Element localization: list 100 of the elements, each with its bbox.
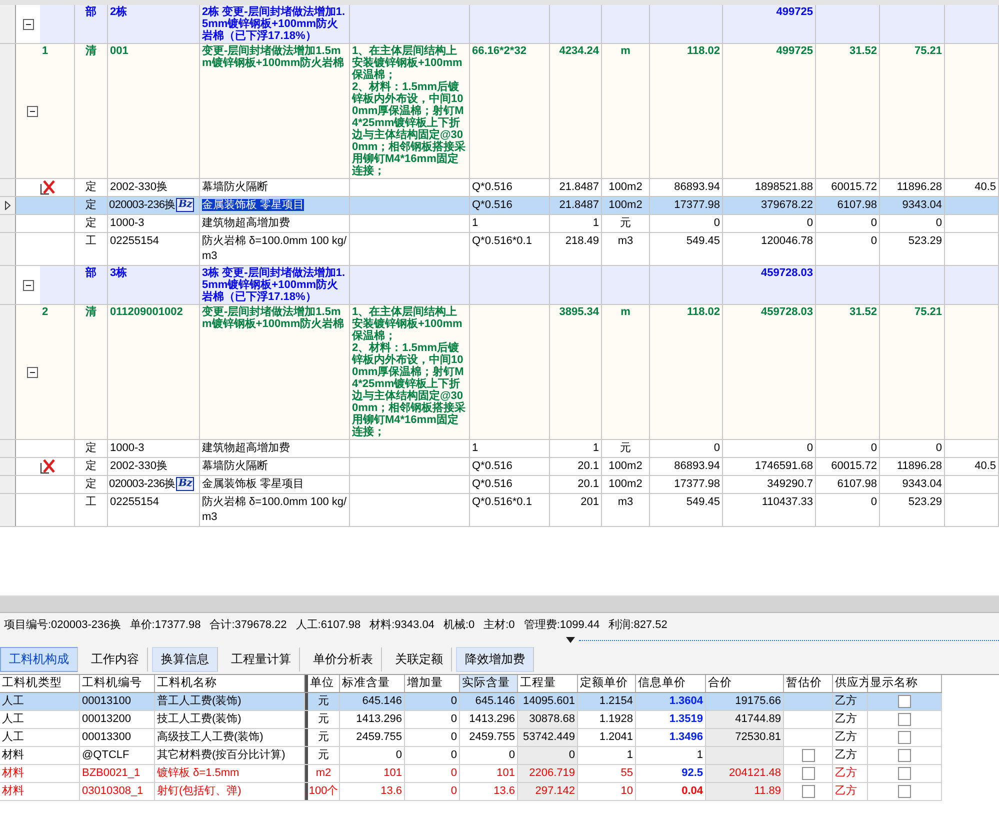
column-header[interactable]: 实际含量 [460, 675, 518, 692]
column-header[interactable]: 显示名称 [868, 675, 942, 692]
table-cell: 定 [75, 215, 108, 232]
table-cell: 120046.78 [723, 233, 816, 265]
table-row[interactable]: 定 020003-236换 Bz 金属装饰板 零星项目 Q*0.516 21.8487 100m2 17377.98 379678.22 6107.98 9343.04 [0, 197, 999, 215]
table-cell: 001 [108, 44, 200, 178]
table-cell: 0 [650, 215, 723, 232]
column-header[interactable]: 定额单价 [578, 675, 636, 692]
table-row[interactable]: 定 2002-330换 幕墙防火隔断 Q*0.516 21.8487 100m2 86893.94 1898521.88 60015.72 11896.28 40.5 [0, 179, 999, 197]
table-cell: 1、在主体层间结构上安装镀锌钢板+100mm保温棉； 2、材料：1.5mm后镀锌板内外布设，中间100mm厚保温棉；射钉M4*25mm镀锌板上下折边与主体结构固定@300mm；相邻钢板搭接采用铆钉M4*16mm固定连接； [350, 44, 470, 178]
row-header[interactable] [0, 197, 16, 214]
table-cell: 100m2 [602, 197, 650, 214]
table-cell: m [602, 305, 650, 439]
table-cell: 工 [75, 494, 108, 526]
table-row[interactable]: 定 020003-236换 Bz 金属装饰板 零星项目 Q*0.516 20.1 100m2 17377.98 349290.7 6107.98 9343.04 [0, 476, 999, 494]
table-cell: 元 [308, 747, 340, 764]
table-cell: 防火岩棉 δ=100.0mm 100 kg/m3 [202, 235, 347, 262]
bz-tag: Bz [176, 198, 194, 212]
table-cell: 55 [578, 765, 636, 782]
table-cell: 2206.719 [518, 765, 578, 782]
column-header[interactable]: 单位 [308, 675, 340, 692]
table-cell: 499725 [723, 44, 816, 178]
table-row[interactable]: 工 02255154 防火岩棉 δ=100.0mm 100 kg/m3 Q*0.516*0.1 218.49 m3 549.45 120046.78 0 523.29 [0, 233, 999, 266]
table-cell: 0 [405, 711, 460, 728]
table-cell: 6107.98 [816, 197, 880, 214]
checkbox[interactable] [802, 785, 814, 798]
table-cell: 清 [75, 305, 108, 439]
table-cell: 3895.34 [550, 305, 602, 439]
info-text: 人工:6107.98 [296, 618, 361, 632]
table-row[interactable]: 定 2002-330换 幕墙防火隔断 Q*0.516 20.1 100m2 86893.94 1746591.68 60015.72 11896.28 40.5 [0, 458, 999, 476]
table-cell: 100m2 [602, 476, 650, 493]
checkbox[interactable] [802, 749, 814, 762]
table-cell: 31.52 [816, 44, 880, 178]
table-cell: 9343.04 [880, 476, 945, 493]
column-header[interactable]: 合价 [706, 675, 784, 692]
table-cell: 0 [405, 729, 460, 746]
table-cell: 523.29 [880, 494, 945, 526]
tab[interactable]: 降效增加费 [456, 647, 534, 672]
table-cell: 工 [75, 233, 108, 265]
table-cell: 41744.89 [706, 711, 784, 728]
column-header[interactable]: 工料机名称 [155, 675, 305, 692]
table-row[interactable]: 定 1000-3 建筑物超高增加费 1 1 元 0 0 0 0 [0, 215, 999, 233]
column-header[interactable]: 工程量 [518, 675, 578, 692]
column-header[interactable]: 工料机类型 [0, 675, 80, 692]
table-cell: 459728.03 [723, 266, 816, 304]
column-header[interactable]: 增加量 [405, 675, 460, 692]
table-cell: 1 [470, 215, 550, 232]
table-cell: 6107.98 [816, 476, 880, 493]
table-row[interactable]: 1 清 001 变更-层间封堵做法增加1.5mm镀锌钢板+100mm防火岩棉 1、在主体层间结构上安装镀锌钢板+100mm保温棉； 2、材料：1.5mm后镀锌板内外布设，中间100mm厚保温棉；射钉M4*25mm镀锌板上下折边与主体结构固定@300mm；相邻钢板搭接采用铆钉M4*16mm固定连接； 66.16*2*32 4234.24 m 118.02 499725 31.52 75.21 [0, 44, 999, 179]
table-cell: 元 [602, 440, 650, 457]
table-cell: 53742.449 [518, 729, 578, 746]
horizontal-scrollbar[interactable] [0, 595, 999, 613]
table-row[interactable]: 2 清 011209001002 变更-层间封堵做法增加1.5mm镀锌钢板+100mm防火岩棉 1、在主体层间结构上安装镀锌钢板+100mm保温棉； 2、材料：1.5mm后镀锌板内外布设，中间100mm厚保温棉；射钉M4*25mm镀锌板上下折边与主体结构固定@300mm；相邻钢板搭接采用铆钉M4*16mm固定连接； 3895.34 m 118.02 459728.03 31.52 75.21 [0, 305, 999, 440]
column-header[interactable]: 标准含量 [340, 675, 405, 692]
table-cell: 349290.7 [723, 476, 816, 493]
collapse-button[interactable] [22, 18, 34, 30]
table-cell: 3栋 变更-层间封堵做法增加1.5mm镀锌钢板+100mm防火岩棉（已下浮17.18%） [200, 266, 350, 304]
info-text: 管理费:1099.44 [524, 618, 600, 632]
collapse-button[interactable] [27, 366, 38, 378]
column-header[interactable]: 信息单价 [636, 675, 706, 692]
table-cell: 1.1928 [578, 711, 636, 728]
table-cell: 乙方 [833, 783, 868, 800]
checkbox[interactable] [802, 767, 814, 780]
table-cell: 40.5 [945, 458, 999, 475]
table-cell: 部 [75, 5, 108, 43]
table-cell: 21.8487 [550, 197, 602, 214]
table-row[interactable]: 部 2栋 2栋 变更-层间封堵做法增加1.5mm镀锌钢板+100mm防火岩棉（已下浮17.18%） 499725 [0, 5, 999, 44]
table-cell: 1、在主体层间结构上安装镀锌钢板+100mm保温棉； 2、材料：1.5mm后镀锌板内外布设，中间100mm厚保温棉；射钉M4*25mm镀锌板上下折边与主体结构固定@300mm；相邻钢板搭接采用铆钉M4*16mm固定连接； [350, 305, 470, 439]
table-cell: 1.2041 [578, 729, 636, 746]
table-cell: Q*0.516 [470, 197, 550, 214]
table-cell: 清 [75, 44, 108, 178]
column-header[interactable]: 供应方 [833, 675, 868, 692]
table-cell: Q*0.516 [470, 179, 550, 196]
table-cell: 材料 [0, 783, 80, 800]
checkbox[interactable] [898, 749, 911, 762]
table-cell: 1000-3 [108, 215, 200, 232]
column-header[interactable]: 工料机编号 [80, 675, 155, 692]
collapse-button[interactable] [27, 106, 38, 116]
table-row[interactable]: 定 1000-3 建筑物超高增加费 1 1 元 0 0 0 0 [0, 440, 999, 458]
checkbox[interactable] [898, 785, 911, 798]
table-cell: 75.21 [880, 44, 945, 178]
table-cell: @QTCLF [80, 747, 155, 764]
table-cell: 0 [650, 440, 723, 457]
table-cell: 建筑物超高增加费 [202, 217, 290, 229]
info-text: 机械:0 [443, 618, 475, 632]
tab[interactable]: 工料机构成 [0, 647, 78, 672]
checkbox[interactable] [898, 767, 911, 780]
table-row[interactable]: 部 3栋 3栋 变更-层间封堵做法增加1.5mm镀锌钢板+100mm防火岩棉（已下浮17.18%） 459728.03 [0, 266, 999, 305]
table-cell: 1 [40, 44, 75, 178]
checkbox[interactable] [898, 713, 911, 726]
table-cell: 9343.04 [880, 197, 945, 214]
table-cell: 379678.22 [723, 197, 816, 214]
column-header[interactable]: 暂估价 [784, 675, 833, 692]
tab[interactable]: 换算信息 [152, 647, 218, 672]
table-row[interactable]: 工 02255154 防火岩棉 δ=100.0mm 100 kg/m3 Q*0.516*0.1 201 m3 549.45 110437.33 0 523.29 [0, 494, 999, 527]
collapse-button[interactable] [22, 280, 34, 290]
checkbox[interactable] [898, 731, 911, 744]
triangle-down-icon[interactable] [566, 637, 575, 643]
checkbox[interactable] [898, 695, 911, 708]
table-cell: 204121.48 [706, 765, 784, 782]
